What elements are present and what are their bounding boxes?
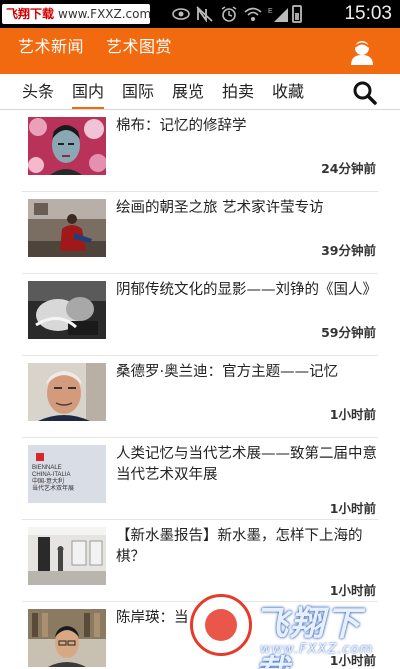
news-thumbnail bbox=[28, 199, 106, 257]
news-item[interactable]: 棉布：记忆的修辞学 24分钟前 bbox=[0, 110, 400, 192]
news-time: 59分钟前 bbox=[321, 325, 376, 340]
tab-art-gallery[interactable]: 艺术图赏 bbox=[106, 36, 172, 58]
biennale-label: BIENNALE bbox=[32, 465, 62, 471]
news-time: 1小时前 bbox=[329, 501, 376, 516]
category-domestic[interactable]: 国内 bbox=[72, 81, 105, 109]
battery-icon bbox=[292, 5, 302, 23]
watermark-title: 飞翔下载 bbox=[254, 604, 362, 669]
watermark-top-url: www.FXXZ.com bbox=[58, 7, 150, 21]
watermark-top-site: 飞翔下载 bbox=[6, 7, 55, 21]
tab-art-news[interactable]: 艺术新闻 bbox=[18, 36, 84, 58]
news-item[interactable]: BIENNALE CHINA-ITALIA 中国-意大利 当代艺术双年展 人类记… bbox=[0, 438, 400, 520]
watermark-url: www.FXXZ.com bbox=[260, 642, 374, 657]
wifi-icon bbox=[244, 6, 262, 22]
cell-signal-icon: E bbox=[268, 6, 288, 22]
eye-icon bbox=[172, 6, 190, 22]
svg-text:E: E bbox=[268, 8, 273, 15]
no-signal-icon bbox=[196, 6, 213, 23]
news-thumbnail bbox=[28, 609, 106, 667]
watermark-logo-icon bbox=[190, 594, 252, 656]
news-time: 1小时前 bbox=[329, 407, 376, 422]
news-headline: 桑德罗·奥兰迪：官方主题——记忆 bbox=[116, 364, 339, 380]
news-headline: 人类记忆与当代艺术展——致第二届中意当代艺术双年展 bbox=[116, 446, 377, 483]
watermark-top: 飞翔下载 www.FXXZ.com bbox=[2, 4, 150, 24]
news-thumbnail bbox=[28, 527, 106, 585]
category-international[interactable]: 国际 bbox=[122, 81, 154, 103]
news-item[interactable]: 绘画的朝圣之旅 艺术家许莹专访 39分钟前 bbox=[0, 192, 400, 274]
news-headline: 棉布：记忆的修辞学 bbox=[116, 118, 247, 134]
news-thumbnail bbox=[28, 363, 106, 421]
category-collections[interactable]: 收藏 bbox=[272, 81, 304, 103]
app-header: 艺术新闻 艺术图赏 bbox=[0, 28, 400, 74]
news-thumbnail bbox=[28, 281, 106, 339]
news-item[interactable]: 阴郁传统文化的显影——刘铮的《国人》 59分钟前 bbox=[0, 274, 400, 356]
biennale-label: 当代艺术双年展 bbox=[32, 486, 75, 492]
user-avatar-icon[interactable] bbox=[348, 38, 376, 66]
news-time: 24分钟前 bbox=[321, 161, 376, 176]
news-headline: 阴郁传统文化的显影——刘铮的《国人》 bbox=[116, 282, 377, 298]
news-item[interactable]: 桑德罗·奥兰迪：官方主题——记忆 1小时前 bbox=[0, 356, 400, 438]
news-thumbnail bbox=[28, 117, 106, 175]
biennale-label: 中国-意大利 bbox=[32, 479, 64, 485]
status-bar: 飞翔下载 www.FXXZ.com E 15:03 bbox=[0, 0, 400, 28]
status-time: 15:03 bbox=[344, 3, 392, 24]
search-icon[interactable] bbox=[352, 80, 378, 106]
category-headlines[interactable]: 头条 bbox=[22, 81, 54, 103]
biennale-label: CHINA-ITALIA bbox=[32, 472, 71, 478]
alarm-icon bbox=[220, 6, 237, 22]
status-icons: E bbox=[172, 5, 302, 23]
category-exhibitions[interactable]: 展览 bbox=[172, 81, 204, 103]
watermark-overlay: 飞翔下载 www.FXXZ.com bbox=[190, 590, 388, 669]
news-headline: 绘画的朝圣之旅 艺术家许莹专访 bbox=[116, 200, 324, 216]
category-nav: 头条 国内 国际 展览 拍卖 收藏 bbox=[0, 74, 400, 110]
news-headline: 【新水墨报告】新水墨，怎样下上海的棋？ bbox=[116, 528, 363, 565]
category-auctions[interactable]: 拍卖 bbox=[222, 81, 254, 103]
news-thumbnail: BIENNALE CHINA-ITALIA 中国-意大利 当代艺术双年展 bbox=[28, 445, 106, 503]
biennale-logo-square bbox=[36, 453, 44, 461]
news-time: 39分钟前 bbox=[321, 243, 376, 258]
